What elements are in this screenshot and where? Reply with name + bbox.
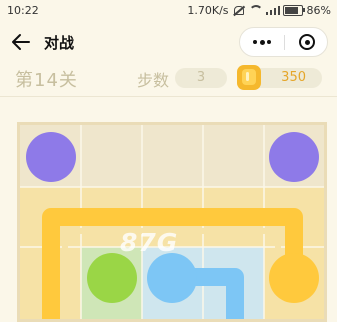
close-target-icon[interactable] [286,28,328,56]
back-arrow-icon[interactable] [10,32,32,52]
more-icon[interactable] [240,28,284,56]
divider [0,96,337,97]
battery-icon [282,5,305,16]
status-bar: 10:22 1.70K/s 86% [0,0,337,22]
capsule-divider [284,35,285,50]
level-label: 第14关 [15,70,78,91]
battery-percent: 86% [306,4,331,17]
watermark: 87G [120,228,179,257]
signal-icon [265,5,280,16]
steps-value: 3 [175,68,227,88]
board-canvas [20,125,324,319]
purple-dot-left[interactable] [26,132,76,182]
mute-icon [233,5,245,16]
network-speed: 1.70K/s [187,4,229,17]
steps-label: 步数 [137,71,170,90]
green-dot[interactable] [87,253,137,303]
mini-program-capsule [239,27,328,57]
app-header: 对战 [0,22,337,62]
wifi-icon [248,5,263,16]
yellow-dot[interactable] [269,253,319,303]
blue-dot[interactable] [147,253,197,303]
coin-icon [237,65,261,91]
page-title: 对战 [44,34,75,52]
game-board[interactable] [17,122,327,322]
purple-dot-right[interactable] [269,132,319,182]
status-time: 10:22 [7,4,39,17]
